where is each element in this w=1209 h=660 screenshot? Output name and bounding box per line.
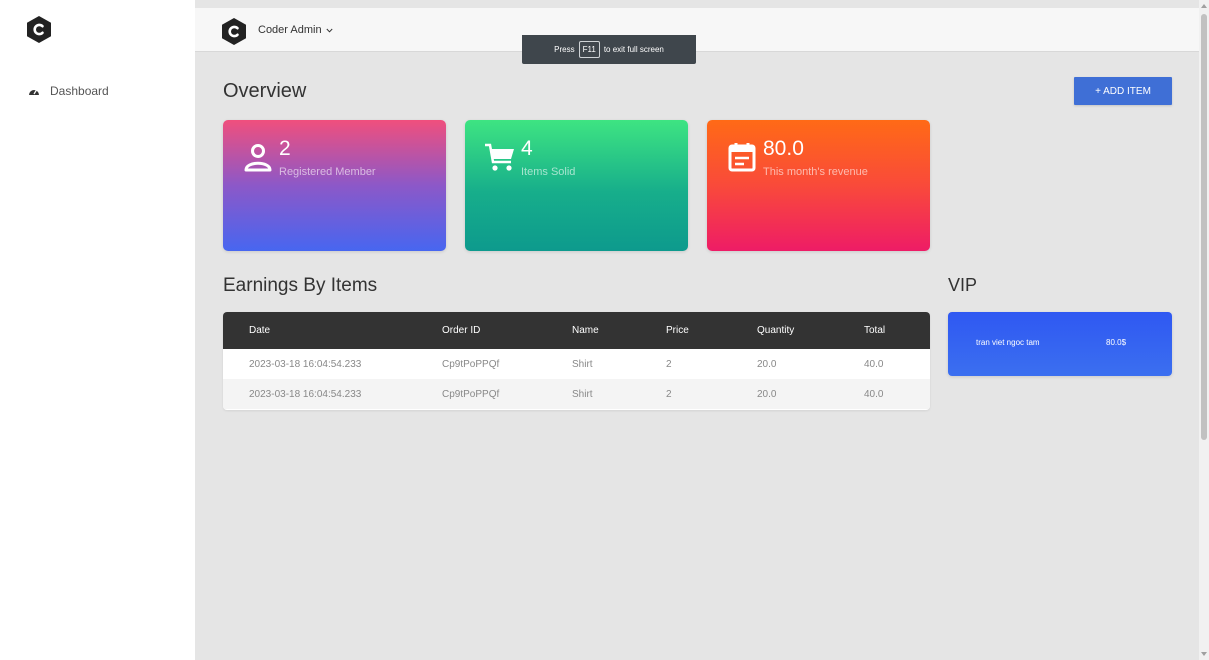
section-title-earnings: Earnings By Items	[223, 275, 378, 296]
cell-name: Shirt	[572, 359, 593, 370]
stat-label: This month's revenue	[763, 166, 868, 178]
table-row: 2023-03-18 16:04:54.233 Cp9tPoPPQf Shirt…	[223, 349, 930, 379]
column-header-total[interactable]: Total	[864, 325, 885, 336]
sidebar-item-label: Dashboard	[50, 84, 109, 98]
chevron-down-icon	[326, 28, 333, 33]
section-title-vip: VIP	[948, 275, 978, 295]
cell-quantity: 20.0	[757, 359, 777, 370]
toast-prefix: Press	[554, 45, 575, 54]
top-bar: Coder Admin	[195, 8, 1199, 52]
cell-total: 40.0	[864, 359, 884, 370]
vip-name: tran viet ngoc tam	[976, 338, 1040, 347]
user-icon	[244, 144, 272, 172]
stat-card-members: 2 Registered Member	[223, 120, 446, 251]
column-header-order-id[interactable]: Order ID	[442, 325, 480, 336]
scroll-down-arrow-icon[interactable]	[1201, 652, 1207, 656]
cell-order-id: Cp9tPoPPQf	[442, 359, 500, 370]
column-header-price[interactable]: Price	[666, 325, 689, 336]
user-menu[interactable]: Coder Admin	[258, 24, 333, 36]
cell-name: Shirt	[572, 389, 593, 400]
app-logo-icon	[222, 18, 246, 45]
cell-quantity: 20.0	[757, 389, 777, 400]
cell-total: 40.0	[864, 389, 884, 400]
stat-label: Items Solid	[521, 166, 576, 178]
calendar-icon	[728, 143, 756, 172]
brand-logo-icon[interactable]	[27, 16, 51, 43]
table-header: Date Order ID Name Price Quantity Total	[223, 312, 930, 349]
vip-amount: 80.0$	[1106, 338, 1127, 347]
fullscreen-toast: Press F11 to exit full screen	[522, 35, 696, 64]
column-header-quantity[interactable]: Quantity	[757, 325, 794, 336]
cart-icon	[485, 143, 514, 171]
user-name: Coder Admin	[258, 24, 322, 36]
earnings-table: Date Order ID Name Price Quantity Total …	[223, 312, 930, 410]
toast-suffix: to exit full screen	[603, 45, 664, 54]
cell-price: 2	[666, 359, 672, 370]
page-scrollbar[interactable]	[1199, 0, 1209, 660]
sidebar: Dashboard	[0, 0, 195, 660]
column-header-name[interactable]: Name	[572, 325, 599, 336]
stat-card-items: 4 Items Solid	[465, 120, 688, 251]
table-row: 2023-03-18 16:04:54.233 Cp9tPoPPQf Shirt…	[223, 379, 930, 409]
column-header-date[interactable]: Date	[249, 325, 270, 336]
stat-value: 2	[279, 137, 291, 160]
scrollbar-thumb[interactable]	[1201, 14, 1207, 440]
cell-date: 2023-03-18 16:04:54.233	[249, 389, 362, 400]
stat-card-revenue: 80.0 This month's revenue	[707, 120, 930, 251]
cell-order-id: Cp9tPoPPQf	[442, 389, 500, 400]
add-item-button[interactable]: + ADD ITEM	[1074, 77, 1172, 105]
cell-date: 2023-03-18 16:04:54.233	[249, 359, 362, 370]
scroll-up-arrow-icon[interactable]	[1201, 4, 1207, 8]
stat-label: Registered Member	[279, 166, 376, 178]
vip-card: tran viet ngoc tam 80.0$	[948, 312, 1172, 376]
tachometer-icon	[29, 89, 39, 95]
page-title: Overview	[223, 80, 307, 102]
stat-value: 80.0	[763, 137, 804, 160]
sidebar-item-dashboard[interactable]: Dashboard	[28, 82, 109, 100]
stat-value: 4	[521, 137, 533, 160]
cell-price: 2	[666, 389, 672, 400]
toast-key: F11	[578, 41, 600, 58]
